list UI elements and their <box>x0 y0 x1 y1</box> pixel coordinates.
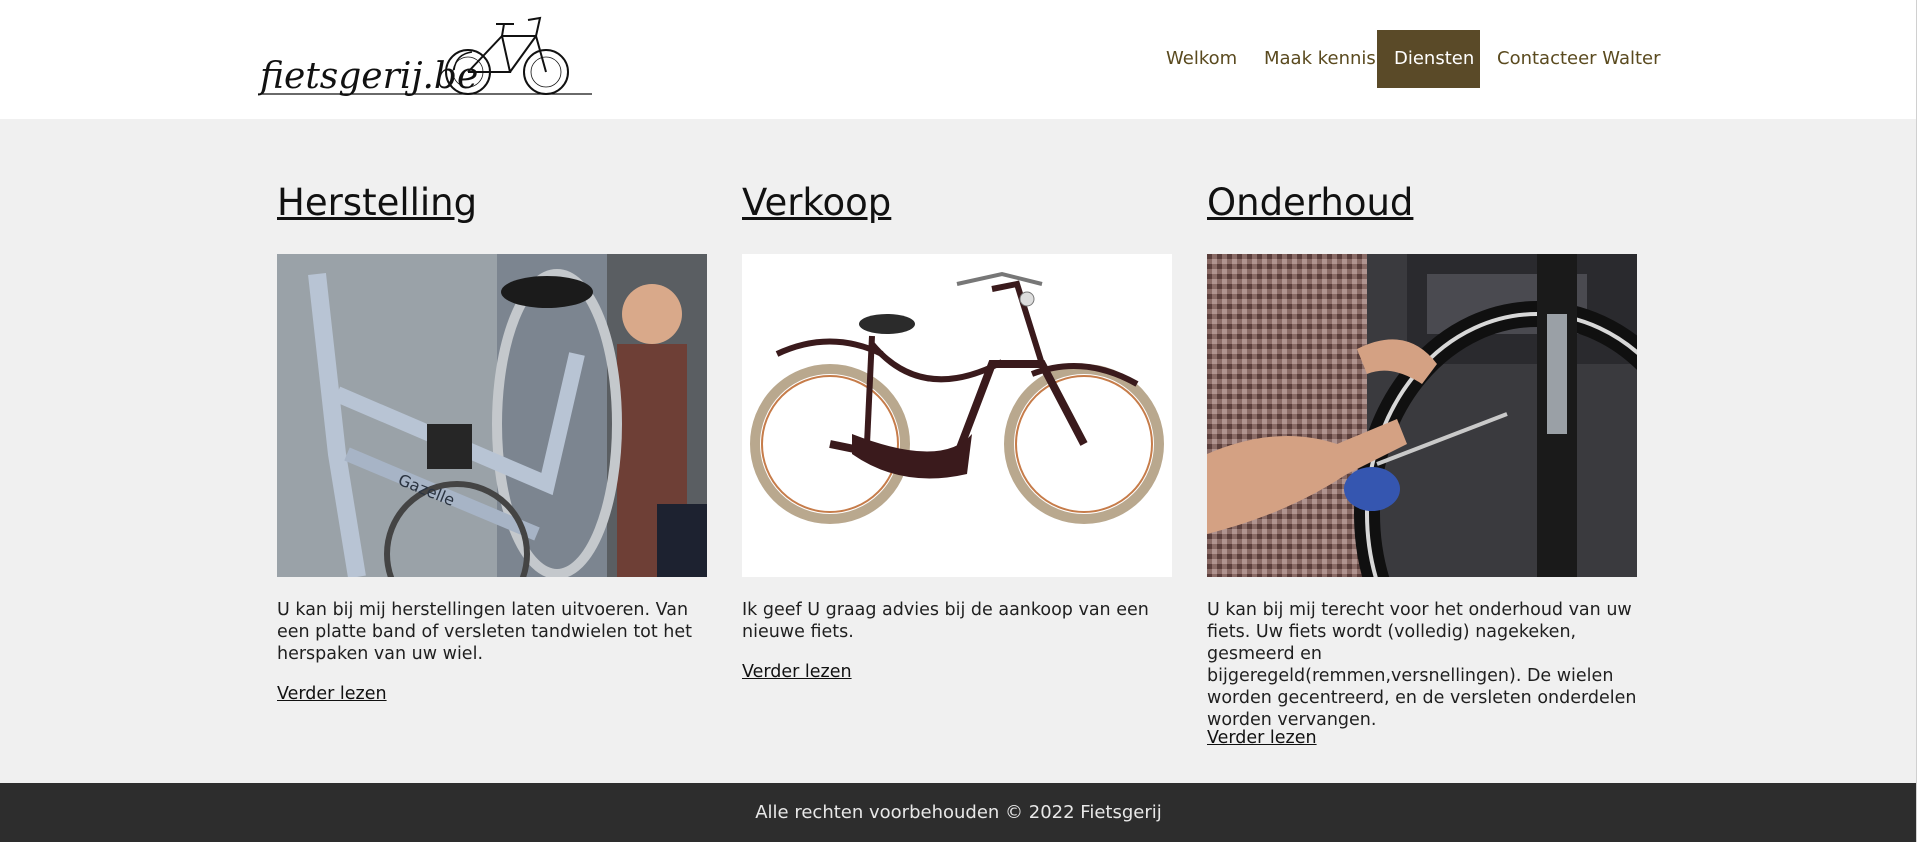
main-navigation: Welkom Maak kennis Diensten Contacteer W… <box>0 30 1917 88</box>
nav-item-welkom[interactable]: Welkom <box>1149 30 1254 88</box>
service-title[interactable]: Verkoop <box>742 181 891 224</box>
service-description: U kan bij mij terecht voor het onderhoud… <box>1207 600 1637 730</box>
read-more-link[interactable]: Verder lezen <box>277 684 387 704</box>
services-section: Herstelling Gazelle U kan bij mij herste… <box>0 119 1917 783</box>
site-footer: Alle rechten voorbehouden © 2022 Fietsge… <box>0 783 1917 842</box>
nav-item-diensten[interactable]: Diensten <box>1377 30 1480 88</box>
nav-item-maak-kennis[interactable]: Maak kennis <box>1247 30 1393 88</box>
read-more-link[interactable]: Verder lezen <box>742 662 852 682</box>
copyright-text: Alle rechten voorbehouden © 2022 Fietsge… <box>755 802 1162 823</box>
bike-repair-photo: Gazelle <box>277 254 707 577</box>
service-title[interactable]: Herstelling <box>277 181 477 224</box>
bicycle-photo <box>742 254 1172 577</box>
nav-item-contacteer-walter[interactable]: Contacteer Walter <box>1480 30 1678 88</box>
wheel-maintenance-photo <box>1207 254 1637 577</box>
service-title[interactable]: Onderhoud <box>1207 181 1413 224</box>
service-description: U kan bij mij herstellingen laten uitvoe… <box>277 600 693 664</box>
service-description: Ik geef U graag advies bij de aankoop va… <box>742 600 1149 642</box>
read-more-link[interactable]: Verder lezen <box>1207 728 1317 748</box>
site-header: fietsgerij.be Welkom Maak kennis Dienste… <box>0 0 1917 119</box>
